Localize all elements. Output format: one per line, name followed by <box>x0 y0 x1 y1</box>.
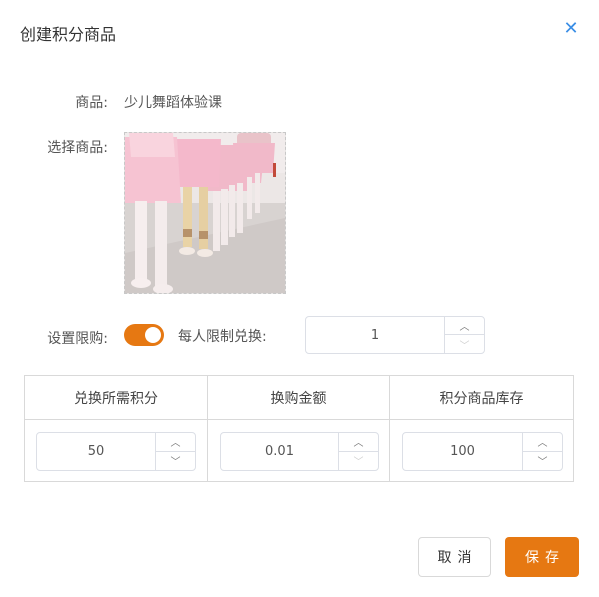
increment-button[interactable]: ︿ <box>339 433 378 452</box>
header-amount: 换购金额 <box>208 376 389 420</box>
column-stock: 积分商品库存 100 ︿ ﹀ <box>389 376 573 481</box>
chevron-up-icon: ︿ <box>170 438 181 450</box>
stepper-buttons: ︿ ﹀ <box>155 433 195 470</box>
points-stepper[interactable]: 50 ︿ ﹀ <box>36 432 196 471</box>
create-points-product-dialog: 创建积分商品 ✕ 商品: 少儿舞蹈体验课 选择商品: 设置限购: 每人限制兑换:… <box>0 0 599 597</box>
column-points: 兑换所需积分 50 ︿ ﹀ <box>25 376 207 481</box>
header-stock: 积分商品库存 <box>390 376 573 420</box>
chevron-up-icon: ︿ <box>459 322 470 333</box>
increment-button[interactable]: ︿ <box>445 317 484 335</box>
cancel-button[interactable]: 取消 <box>418 537 491 577</box>
chevron-up-icon: ︿ <box>353 438 364 450</box>
decrement-button[interactable]: ﹀ <box>523 452 562 471</box>
limit-label: 设置限购: <box>47 331 108 347</box>
decrement-button[interactable]: ﹀ <box>339 452 378 471</box>
decrement-button[interactable]: ﹀ <box>156 452 195 471</box>
exchange-settings-table: 兑换所需积分 50 ︿ ﹀ 换购金额 0.01 ︿ ﹀ 积分商品库存 100 ︿… <box>24 375 574 482</box>
column-amount: 换购金额 0.01 ︿ ﹀ <box>207 376 389 481</box>
decrement-button[interactable]: ﹀ <box>445 335 484 353</box>
ballet-photo-illustration <box>125 133 285 293</box>
save-button[interactable]: 保存 <box>505 537 579 577</box>
select-product-label: 选择商品: <box>47 140 108 156</box>
chevron-up-icon: ︿ <box>537 438 548 450</box>
stock-stepper[interactable]: 100 ︿ ﹀ <box>402 432 563 471</box>
product-label: 商品: <box>75 95 108 111</box>
points-value[interactable]: 50 <box>37 433 155 470</box>
chevron-down-icon: ﹀ <box>353 457 364 469</box>
limit-toggle[interactable] <box>124 324 164 346</box>
per-person-label: 每人限制兑换: <box>178 329 267 345</box>
per-person-value[interactable]: 1 <box>306 317 444 353</box>
amount-stepper[interactable]: 0.01 ︿ ﹀ <box>220 432 379 471</box>
chevron-down-icon: ﹀ <box>537 457 548 469</box>
increment-button[interactable]: ︿ <box>523 433 562 452</box>
dialog-title: 创建积分商品 <box>20 25 117 44</box>
product-image[interactable] <box>124 132 286 294</box>
product-value: 少儿舞蹈体验课 <box>124 95 222 111</box>
stock-value[interactable]: 100 <box>403 433 522 470</box>
per-person-stepper[interactable]: 1 ︿ ﹀ <box>305 316 485 354</box>
toggle-knob <box>145 327 161 343</box>
stepper-buttons: ︿ ﹀ <box>522 433 562 470</box>
chevron-down-icon: ﹀ <box>170 457 181 469</box>
close-icon[interactable]: ✕ <box>562 20 580 38</box>
increment-button[interactable]: ︿ <box>156 433 195 452</box>
header-points: 兑换所需积分 <box>25 376 207 420</box>
stepper-buttons: ︿ ﹀ <box>444 317 484 353</box>
chevron-down-icon: ﹀ <box>459 340 470 352</box>
stepper-buttons: ︿ ﹀ <box>338 433 378 470</box>
amount-value[interactable]: 0.01 <box>221 433 338 470</box>
